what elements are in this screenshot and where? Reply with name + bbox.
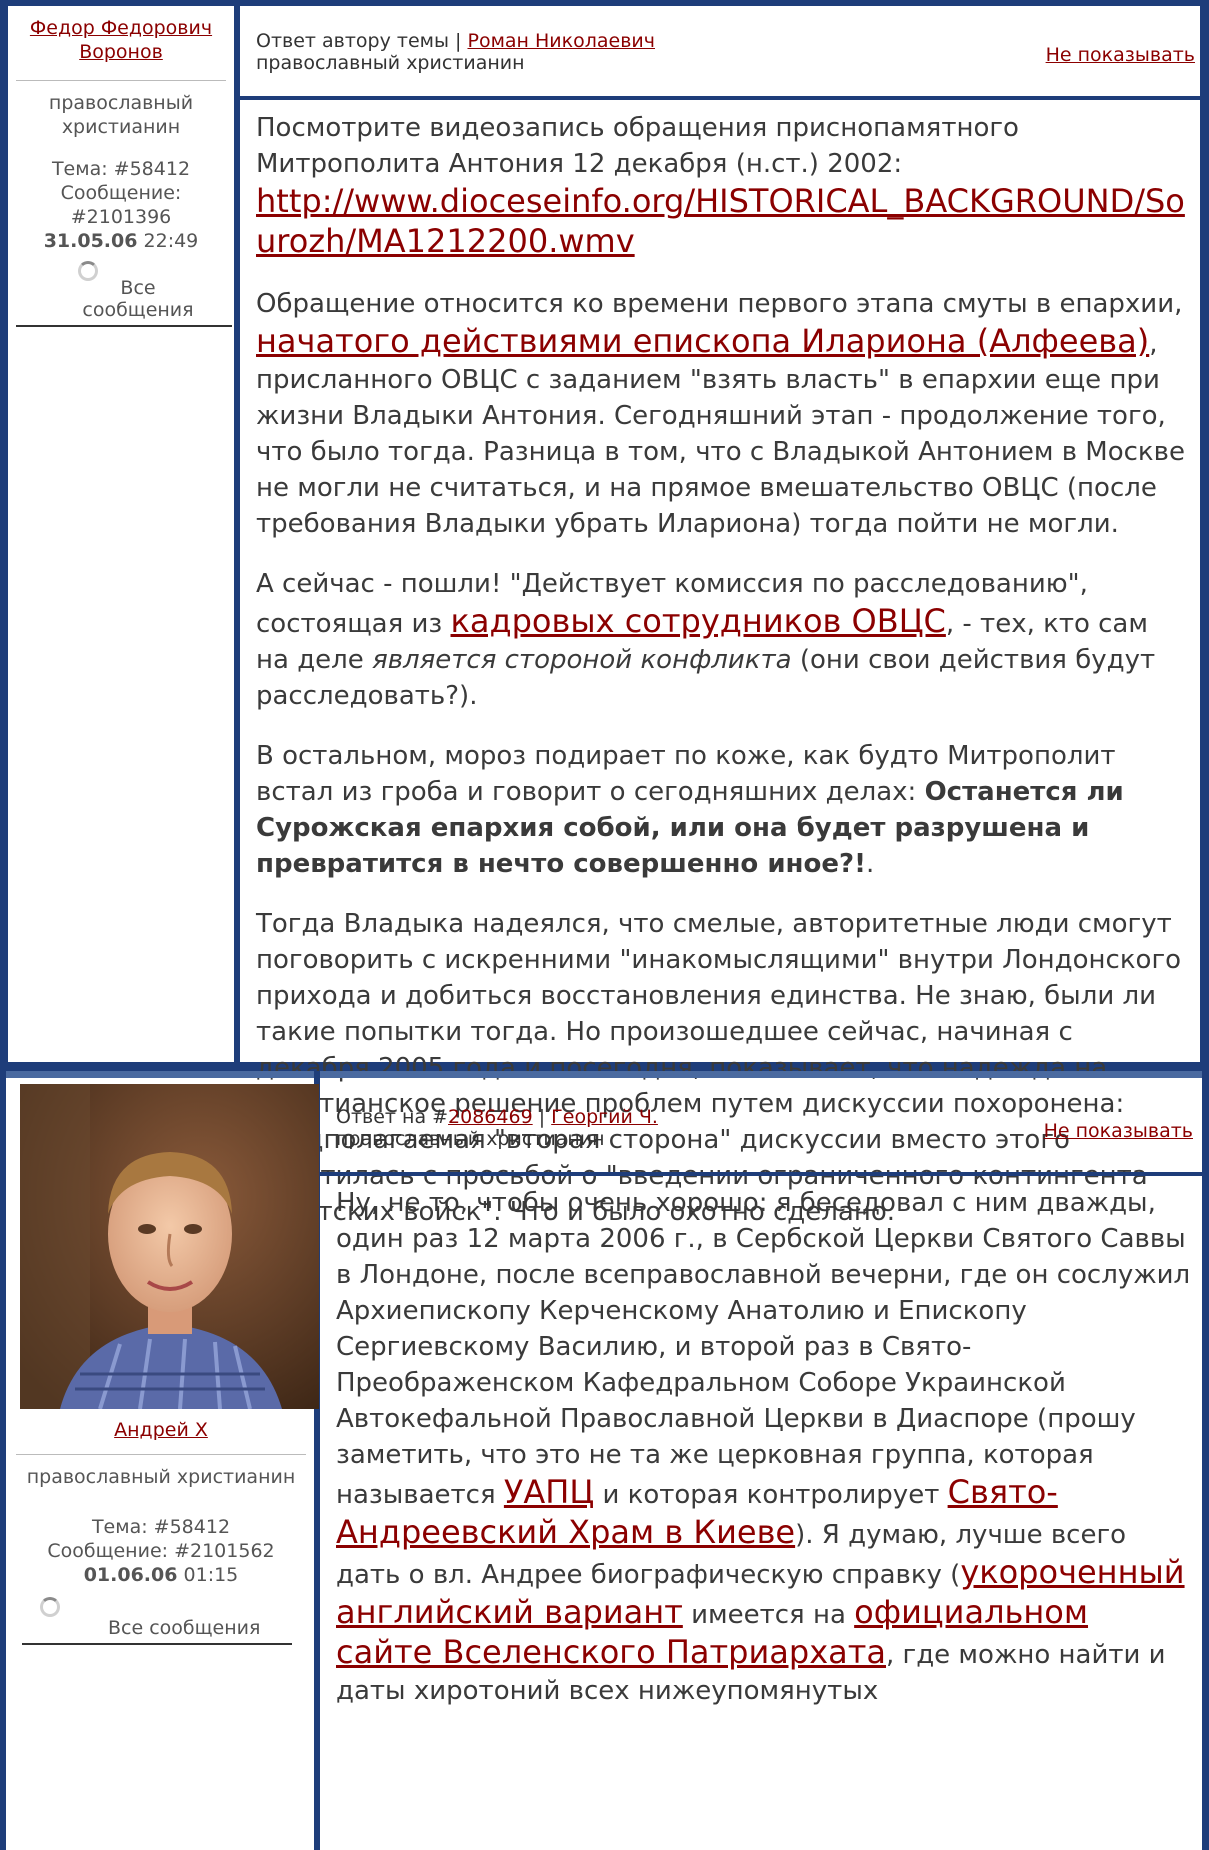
post2-header: Ответ на #2086469 | Георгий Ч. православ… (336, 1106, 696, 1150)
post1-left-border (0, 0, 8, 1068)
post2-text-2: и которая контролирует (602, 1480, 940, 1510)
post2-paragraph-1: Ну, не то, чтобы очень хорошо: я беседов… (336, 1185, 1194, 1709)
post2-all-messages-row: Все сообщения (8, 1597, 314, 1639)
post2-author-link[interactable]: Андрей Х (8, 1418, 314, 1442)
post1-paragraph-3: А сейчас - пошли! "Действует комиссия по… (256, 566, 1186, 714)
post1-paragraph-1: Посмотрите видеозапись обращения присноп… (256, 110, 1186, 262)
post2-body: Ну, не то, чтобы очень хорошо: я беседов… (336, 1185, 1194, 1709)
post2-left-border (0, 1071, 6, 1850)
post2-sidebar-divider-top (16, 1454, 306, 1455)
post1-header: Ответ автору темы | Роман Николаевич пра… (256, 30, 716, 74)
post2-reply-author-link[interactable]: Георгий Ч. (551, 1106, 658, 1128)
post1-reply-author-link[interactable]: Роман Николаевич (467, 30, 655, 52)
post1-hilarion-link[interactable]: начатого действиями епископа Илариона (А… (256, 322, 1149, 360)
post2-reply-separator: | (538, 1106, 546, 1128)
post1-all-messages-row: Все сообщения (8, 261, 234, 321)
post2-message: Сообщение: #2101562 (47, 1540, 275, 1562)
post1-topic: Тема: #58412 (51, 158, 191, 180)
post2-time: 01:15 (183, 1564, 239, 1586)
post2-right-border (1202, 1071, 1209, 1850)
post1-author-link[interactable]: Федор Федорович Воронов (8, 16, 234, 64)
post1-header-divider (240, 96, 1200, 100)
post1-paragraph-5: Тогда Владыка надеялся, что смелые, авто… (256, 909, 1182, 1227)
post1-hide-link[interactable]: Не показывать (1046, 44, 1195, 66)
post1-p1-text: Посмотрите видеозапись обращения присноп… (256, 113, 1019, 179)
post1-time: 22:49 (143, 230, 199, 252)
post1-p2-text-a: Обращение относится ко времени первого э… (256, 289, 1183, 319)
post1-paragraph-4: В остальном, мороз подирает по коже, как… (256, 738, 1186, 882)
post2-text-1: Ну, не то, чтобы очень хорошо: я беседов… (336, 1188, 1191, 1510)
post1-ovcs-staff-link[interactable]: кадровых сотрудников ОВЦС (451, 602, 946, 640)
post1-column-divider (234, 0, 240, 1068)
post2-date: 01.06.06 (83, 1564, 178, 1586)
post2-datetime: 01.06.06 01:15 (8, 1563, 314, 1587)
post1-role: православный христианин (48, 92, 194, 138)
post1-paragraph-2: Обращение относится ко времени первого э… (256, 286, 1186, 542)
post1-p4-end: . (865, 849, 875, 879)
post2-top-border (0, 1071, 1209, 1078)
post1-p2-text-b: , присланного ОВЦС с заданием "взять вла… (256, 329, 1185, 539)
post1-reply-role: православный христианин (256, 52, 525, 74)
post2-header-divider (320, 1172, 1202, 1176)
post2-sidebar-rule (22, 1643, 292, 1645)
post1-top-border (0, 0, 1209, 6)
post1-date: 31.05.06 (43, 230, 138, 252)
post2-topic: Тема: #58412 (91, 1516, 231, 1538)
post1-message-label: Сообщение: (60, 182, 182, 204)
post1-body: Посмотрите видеозапись обращения присноп… (256, 110, 1186, 1254)
post1-reply-prefix: Ответ автору темы | (256, 30, 462, 52)
loading-icon (40, 1597, 60, 1617)
loading-icon (78, 261, 98, 281)
post1-sidebar-divider-top (16, 80, 226, 81)
post2-text-4: имеется на (691, 1600, 846, 1630)
post2-uapc-link[interactable]: УАПЦ (504, 1473, 594, 1511)
post1-video-link[interactable]: http://www.dioceseinfo.org/HISTORICAL_BA… (256, 182, 1185, 260)
post2-sidebar: Андрей Х православный христианин Тема: #… (8, 1418, 314, 1645)
avatar (20, 1084, 319, 1409)
post1-datetime: 31.05.06 22:49 (8, 229, 234, 253)
post1-right-border (1200, 0, 1209, 1068)
post1-message-id: #2101396 (70, 206, 172, 228)
post2-reply-number-link[interactable]: 2086469 (448, 1106, 533, 1128)
avatar-image (20, 1084, 319, 1409)
post2-reply-role: православный христианин (336, 1128, 605, 1150)
post1-sidebar-rule (16, 325, 232, 327)
post2-reply-prefix: Ответ на # (336, 1106, 449, 1128)
post1-sidebar: Федор Федорович Воронов православный хри… (8, 16, 234, 327)
post1-p3-italic: является стороной конфликта (372, 645, 792, 675)
post2-role: православный христианин (26, 1466, 296, 1488)
post2-hide-link[interactable]: Не показывать (1044, 1120, 1193, 1142)
post1-all-messages-link[interactable]: Все сообщения (8, 261, 234, 321)
